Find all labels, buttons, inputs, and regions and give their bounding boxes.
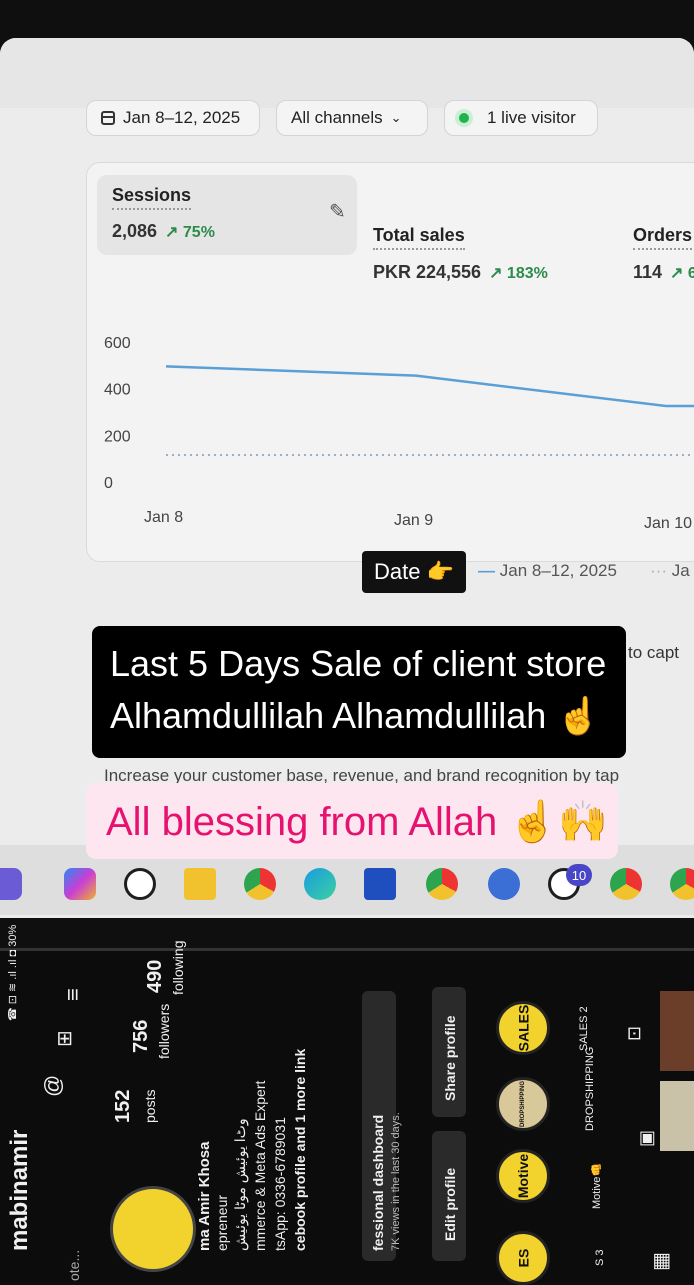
story-caption: Last 5 Days Sale of client store Alhamdu… (92, 626, 626, 758)
highlight-label-dropshipping: DROPSHIPPING (584, 1046, 596, 1131)
folder-icon[interactable] (184, 868, 216, 900)
highlight-label-motive: Motive👊 (591, 1162, 603, 1209)
app-icon[interactable] (0, 868, 22, 900)
whatsapp-icon[interactable] (124, 868, 156, 900)
profile-note[interactable]: ote... (66, 1250, 82, 1281)
background-snippet: to capt (628, 643, 680, 662)
phone-status-bar: ☎ ⊡ ≋ .ıl .ıl ◘ 30% (7, 924, 19, 1021)
copilot-icon[interactable] (64, 868, 96, 900)
sessions-line-chart: 600 400 200 0 Jan 8 Jan 9 Jan 10 (104, 335, 694, 532)
followers-count[interactable]: 756 (130, 1020, 153, 1053)
profile-username: mabinamir (6, 1129, 33, 1251)
legend-current: — Jan 8–12, 2025 (478, 561, 617, 580)
caption-line-2: Alhamdullilah Alhamdullilah ☝️ (110, 695, 602, 736)
edit-profile-label: Edit profile (442, 1167, 458, 1241)
post-thumbnail-2[interactable] (660, 1081, 694, 1151)
chrome-icon[interactable] (244, 868, 276, 900)
posts-count: 152 (112, 1089, 134, 1123)
profile-bio-whatsapp: tsApp: 0336-6789031 (272, 1117, 288, 1251)
legend-previous: ··· Ja (650, 561, 690, 580)
y-tick-label: 0 (104, 475, 113, 492)
y-tick-label: 400 (104, 382, 131, 399)
chrome-extra-icon[interactable] (670, 868, 694, 900)
highlight-label-sales3: S 3 (594, 1249, 606, 1266)
profile-name: ma Amir Khosa (196, 1141, 213, 1251)
post-thumbnail[interactable] (660, 991, 694, 1071)
menu-icon[interactable]: ≡ (60, 988, 86, 1001)
y-tick-label: 200 (104, 428, 131, 445)
chrome-profile-icon[interactable] (426, 868, 458, 900)
chrome-blue-icon[interactable] (488, 868, 520, 900)
profile-avatar[interactable] (110, 1186, 196, 1272)
date-sticker: Date 👉 (362, 551, 466, 593)
profile-bio-link[interactable]: cebook profile and 1 more link (292, 1049, 308, 1251)
highlight-sales-3[interactable]: ES (496, 1231, 550, 1285)
posts-label: posts (142, 1089, 158, 1123)
notification-badge: 10 (566, 864, 592, 886)
profile-bio-urdu: وٹ‌ا یوئیش موٹا یوئیش (232, 1118, 248, 1251)
highlight-label-sales2: SALES 2 (578, 1006, 590, 1051)
profile-bio-expert: mmerce & Meta Ads Expert (252, 1080, 268, 1251)
x-tick-label: Jan 10 (644, 515, 692, 532)
caption-line-1: Last 5 Days Sale of client store (110, 643, 607, 684)
x-tick-label: Jan 9 (394, 512, 433, 529)
following-count[interactable]: 490 (144, 960, 167, 993)
tagged-icon[interactable]: ⊡ (624, 1026, 645, 1041)
store-icon[interactable] (364, 868, 396, 900)
phone-screen: ☎ ⊡ ≋ .ıl .ıl ◘ 30% ≡ ⊞ @ mabinamir ote.… (0, 925, 694, 1285)
story-caption-pink: All blessing from Allah ☝️🙌 (86, 783, 618, 859)
y-tick-label: 600 (104, 335, 131, 352)
threads-icon[interactable]: @ (40, 1075, 66, 1097)
series-line-0 (165, 365, 694, 408)
following-label[interactable]: following (170, 941, 186, 995)
grid-icon[interactable]: ▦ (648, 1252, 673, 1271)
highlight-dropshipping[interactable]: DROPSHIPPING (496, 1077, 550, 1131)
dashboard-title: fessional dashboard (370, 1114, 386, 1251)
chrome-alt-icon[interactable] (610, 868, 642, 900)
add-icon[interactable]: ⊞ (52, 1030, 77, 1047)
reels-icon[interactable]: ▣ (636, 1130, 657, 1147)
followers-label[interactable]: followers (156, 1004, 172, 1059)
x-tick-label: Jan 8 (144, 509, 183, 526)
share-profile-label: Share profile (442, 1015, 458, 1101)
highlight-sales[interactable]: SALES (496, 1001, 550, 1055)
edge-icon[interactable] (304, 868, 336, 900)
profile-role: epreneur (214, 1194, 230, 1251)
dashboard-subtitle: 7K views in the last 30 days. (390, 1112, 402, 1251)
highlight-motive[interactable]: Motive (496, 1149, 550, 1203)
